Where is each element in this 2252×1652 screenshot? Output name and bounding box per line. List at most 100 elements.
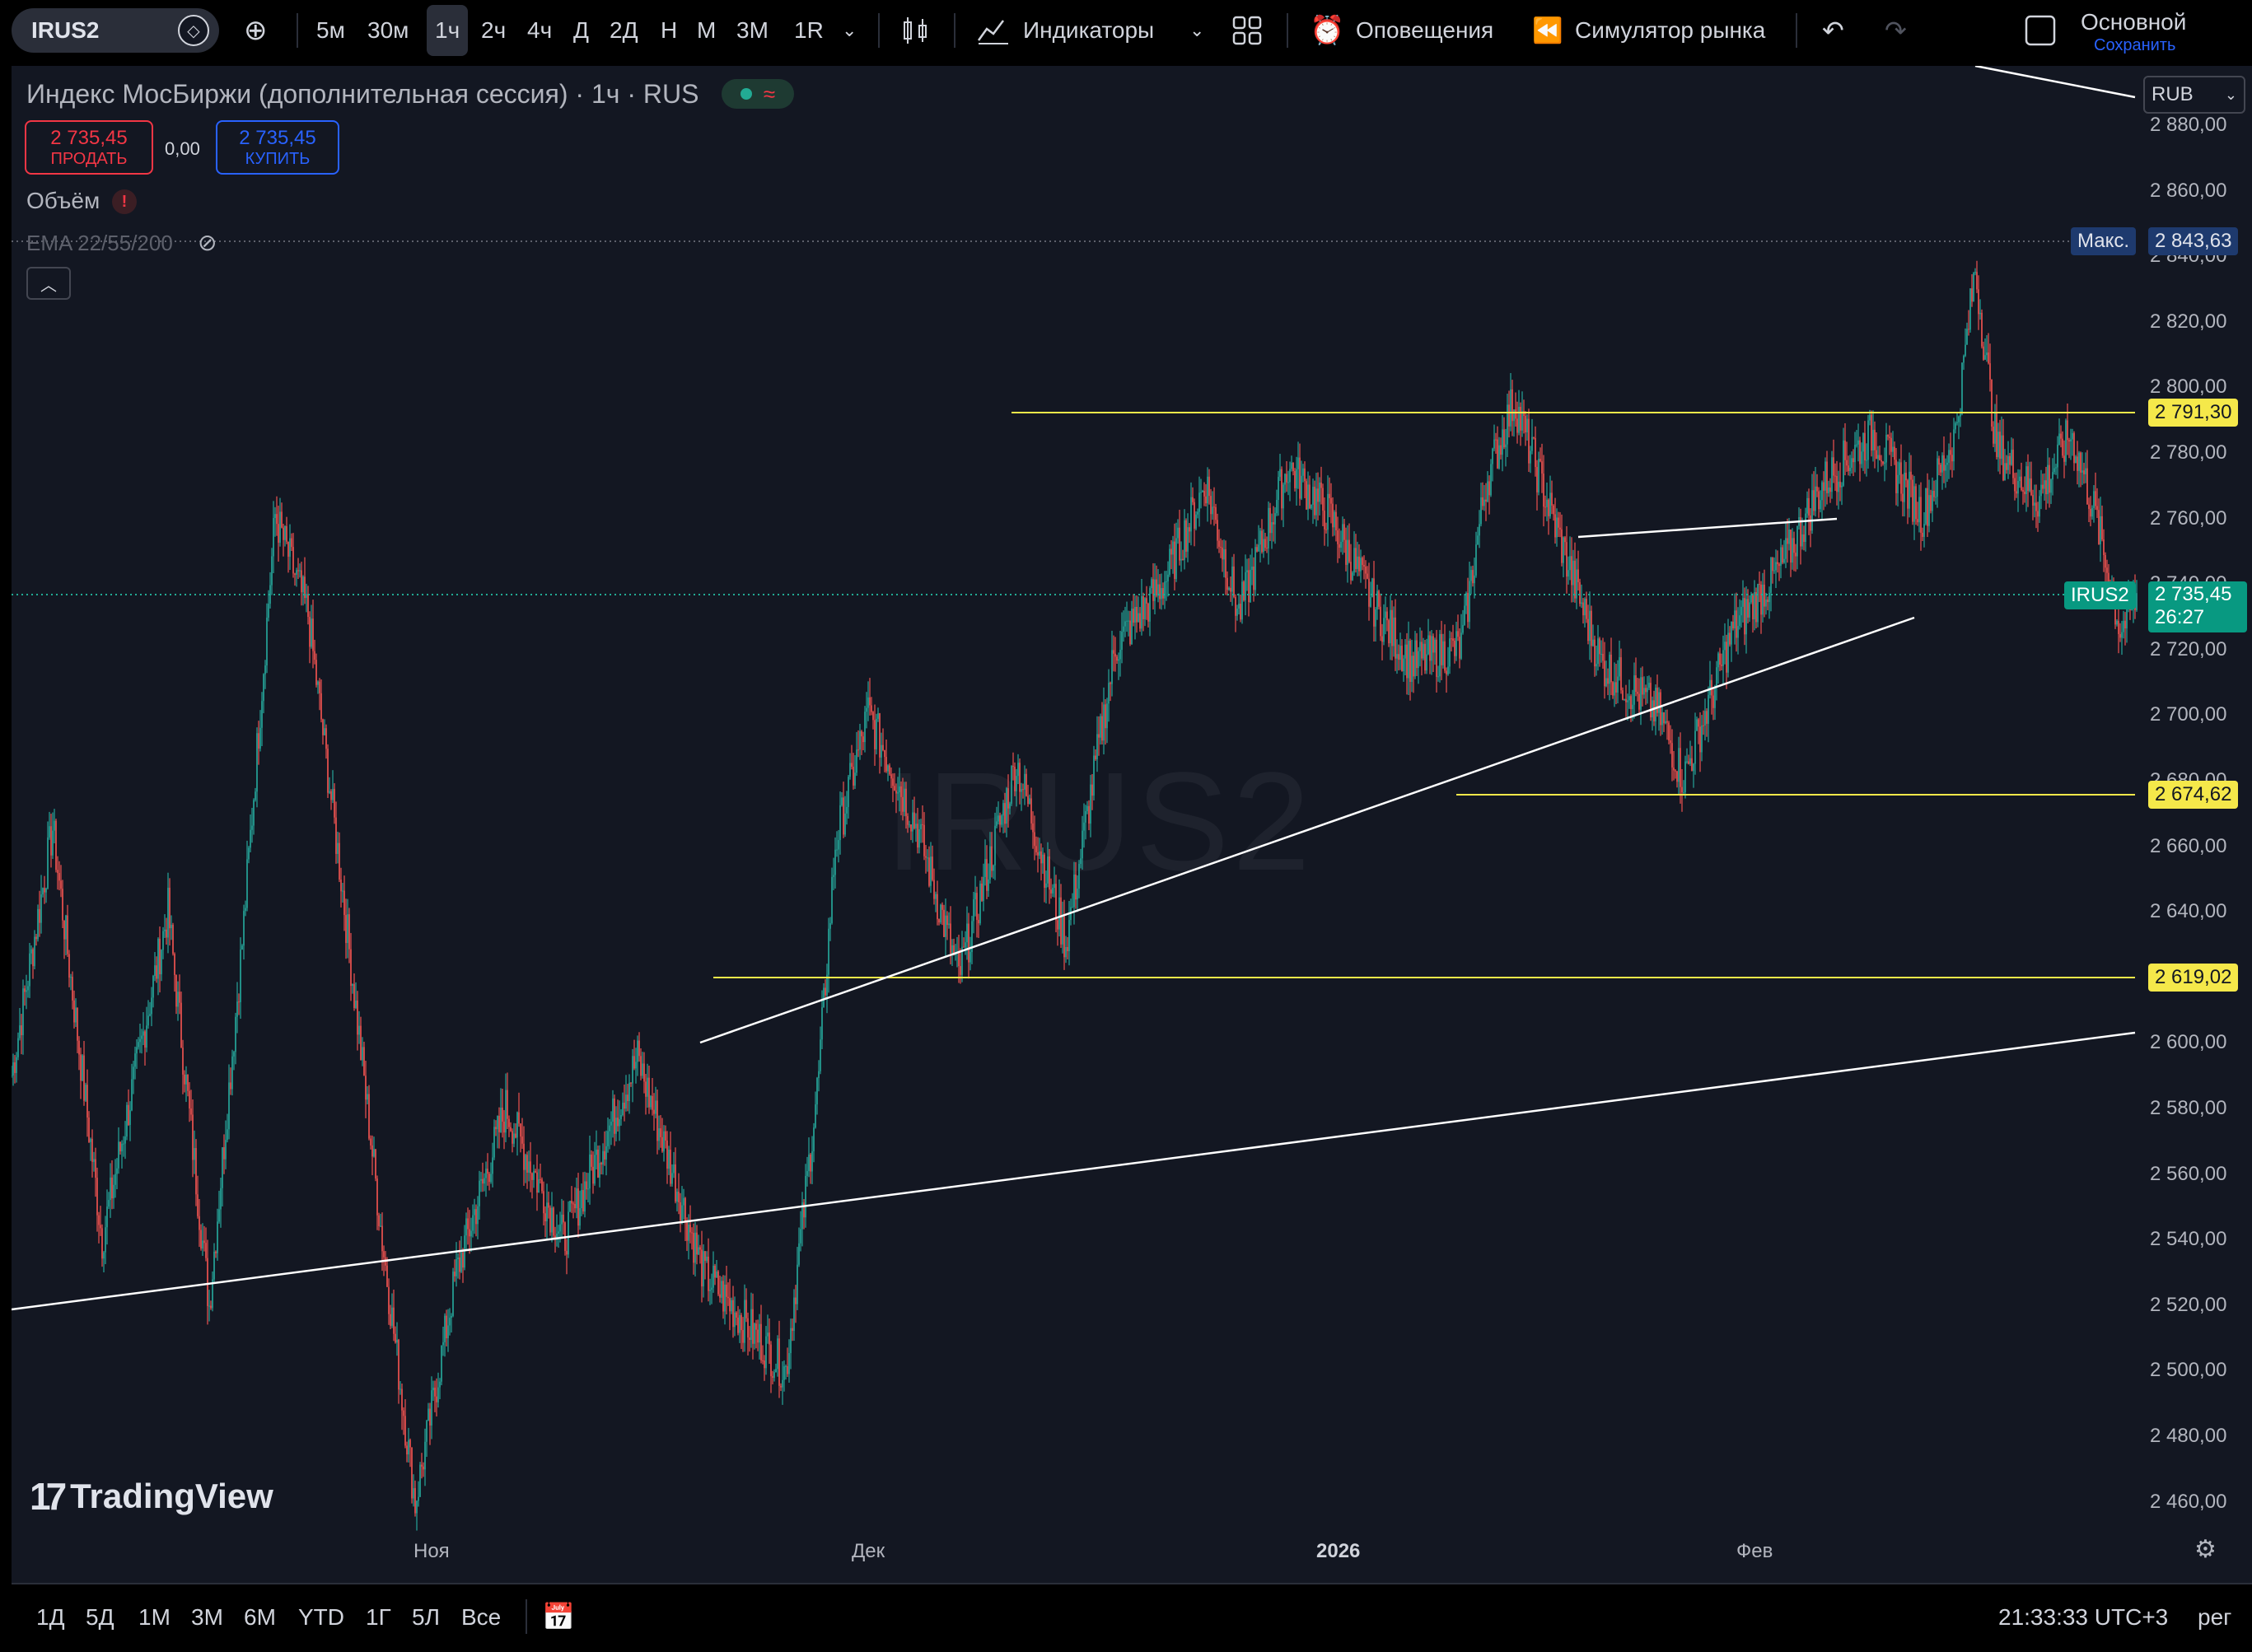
symbol-search[interactable]: IRUS2 ◇ <box>12 8 219 53</box>
indicators-chevron-icon[interactable]: ⌄ <box>1189 0 1204 61</box>
chart-pane[interactable]: IRUS2 Индекс МосБиржи (дополнительная се… <box>12 66 2252 1583</box>
candle-body <box>1740 606 1742 616</box>
candle-body <box>938 919 940 923</box>
range-5y[interactable]: 5Л <box>412 1604 440 1631</box>
indicators-icon[interactable] <box>977 0 1010 61</box>
candle-body <box>516 1112 518 1138</box>
candle-body <box>2022 490 2024 492</box>
candle-body <box>1927 488 1928 526</box>
candle-body <box>1615 682 1617 693</box>
interval-d[interactable]: Д <box>573 0 589 61</box>
candle-body <box>1859 440 1861 464</box>
candle-body <box>572 1203 574 1205</box>
candle-body <box>853 767 854 786</box>
collapse-legend-chevron-up-icon[interactable]: ︿ <box>26 267 71 300</box>
interval-2d[interactable]: 2Д <box>610 0 638 61</box>
interval-w[interactable]: Н <box>661 0 677 61</box>
candle-body <box>1406 644 1408 679</box>
candle-body <box>205 1243 207 1258</box>
candle-body <box>207 1258 208 1306</box>
range-6m[interactable]: 6М <box>244 1604 276 1631</box>
candle-body <box>1848 465 1849 472</box>
chart-legend-title[interactable]: Индекс МосБиржи (дополнительная сессия) … <box>26 79 698 110</box>
range-1y[interactable]: 1Г <box>366 1604 391 1631</box>
interval-2h[interactable]: 2ч <box>481 0 506 61</box>
interval-m[interactable]: М <box>697 0 716 61</box>
range-all[interactable]: Все <box>461 1604 501 1631</box>
candle-body <box>1969 288 1971 330</box>
session-adjustment[interactable]: рег <box>2198 1604 2231 1631</box>
go-to-date-calendar-icon[interactable]: 📅 <box>542 1601 575 1632</box>
candle-body <box>314 651 315 660</box>
interval-dropdown-chevron-icon[interactable]: ⌄ <box>842 0 857 61</box>
candle-body <box>1451 638 1452 640</box>
candle-body <box>1026 773 1027 796</box>
candle-body <box>225 1140 227 1160</box>
candle-body <box>998 815 999 822</box>
candle-body <box>1488 481 1490 496</box>
volume-warning-icon[interactable]: ! <box>112 189 137 214</box>
alerts-button[interactable]: Оповещения <box>1356 0 1493 61</box>
candle-body <box>2025 466 2027 495</box>
candle-body <box>1862 432 1864 452</box>
indicators-button[interactable]: Индикаторы <box>1023 0 1154 61</box>
replay-rewind-icon[interactable]: ⏪ <box>1532 0 1563 61</box>
range-3m[interactable]: 3М <box>191 1604 223 1631</box>
candle-body <box>1332 503 1334 528</box>
candle-body <box>1974 272 1976 273</box>
interval-30m[interactable]: 30м <box>367 0 409 61</box>
price-chart[interactable] <box>12 66 2252 1583</box>
interval-4h[interactable]: 4ч <box>527 0 552 61</box>
candle-body <box>100 1225 101 1229</box>
candle-body <box>311 618 312 647</box>
candle-body <box>935 894 937 899</box>
interval-1h[interactable]: 1ч <box>427 5 469 56</box>
candle-body <box>1988 352 1989 364</box>
range-1m[interactable]: 1М <box>138 1604 171 1631</box>
candle-body <box>63 920 65 940</box>
level-price-label[interactable]: 2 619,02 <box>2148 964 2239 992</box>
layout-square-icon[interactable] <box>2025 0 2056 61</box>
level-price-label[interactable]: 2 674,62 <box>2148 781 2239 809</box>
tradingview-logo[interactable]: 17 TradingView <box>30 1474 273 1519</box>
chart-type-candles-icon[interactable] <box>901 0 929 61</box>
interval-5m[interactable]: 5м <box>316 0 345 61</box>
volume-indicator-label[interactable]: Объём <box>26 188 100 214</box>
add-symbol-icon[interactable]: ⊕ <box>244 0 268 61</box>
level-price-label[interactable]: 2 791,30 <box>2148 399 2239 427</box>
undo-icon[interactable]: ↶ <box>1822 0 1844 61</box>
gem-icon[interactable]: ◇ <box>178 15 209 46</box>
candle-body <box>78 1040 80 1055</box>
sell-button[interactable]: 2 735,45 ПРОДАТЬ <box>25 120 153 175</box>
range-1d[interactable]: 1Д <box>36 1604 65 1631</box>
interval-3m[interactable]: 3М <box>736 0 769 61</box>
candle-body <box>1311 504 1312 509</box>
buy-button[interactable]: 2 735,45 КУПИТЬ <box>216 120 339 175</box>
candle-body <box>1391 609 1393 646</box>
candle-body <box>243 911 245 946</box>
candle-body <box>208 1305 210 1307</box>
layout-grid-icon[interactable] <box>1232 0 1262 61</box>
time-tick: Ноя <box>413 1540 450 1562</box>
candle-body <box>475 1209 477 1225</box>
candle-body <box>1946 462 1948 465</box>
interval-1r[interactable]: 1R <box>794 0 824 61</box>
layout-save-link[interactable]: Сохранить <box>2094 36 2175 55</box>
redo-icon[interactable]: ↷ <box>1885 0 1907 61</box>
gear-icon[interactable]: ⚙ <box>2194 1535 2217 1564</box>
range-5d[interactable]: 5Д <box>86 1604 114 1631</box>
candle-body <box>2042 484 2044 489</box>
candle-body <box>184 1074 185 1085</box>
candle-body <box>227 1129 228 1141</box>
hidden-eye-icon[interactable]: ⊘ <box>198 229 217 256</box>
clock-timezone[interactable]: 21:33:33 UTC+3 <box>1998 1604 2168 1631</box>
candle-body <box>1856 444 1857 446</box>
candle-body <box>129 1110 131 1125</box>
market-status-badge[interactable]: ≈ <box>722 79 794 109</box>
alert-clock-icon[interactable]: ⏰ <box>1310 0 1344 61</box>
range-ytd[interactable]: YTD <box>298 1604 344 1631</box>
ema-indicator-label[interactable]: EMA 22/55/200 <box>26 231 173 256</box>
currency-select[interactable]: RUB ⌄ <box>2143 76 2245 114</box>
market-replay-button[interactable]: Симулятор рынка <box>1575 0 1765 61</box>
candle-body <box>1953 429 1955 462</box>
